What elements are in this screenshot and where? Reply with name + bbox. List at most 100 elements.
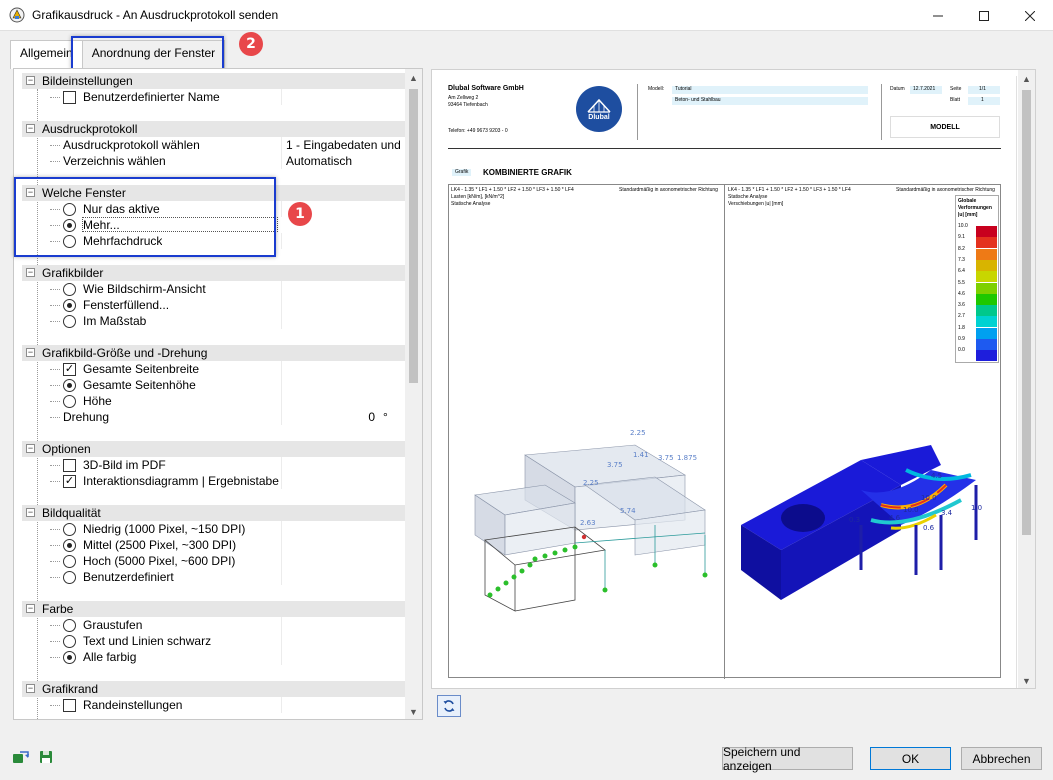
radio-text-linien-schwarz[interactable]: Text und Linien schwarz [22, 633, 407, 649]
collapse-toggle-icon[interactable]: − [26, 604, 35, 613]
row-gesamte-seitenbreite[interactable]: ✓ Gesamte Seitenbreite [22, 361, 407, 377]
import-settings-button[interactable] [10, 747, 32, 767]
radio-hoch[interactable]: Hoch (5000 Pixel, ~600 DPI) [22, 553, 407, 569]
row-interaktionsdiagramm[interactable]: ✓ Interaktionsdiagramm | Ergebnistabe [22, 473, 407, 489]
interaktionsdiagramm-checkbox[interactable]: ✓ [63, 475, 76, 488]
radio-button[interactable] [63, 315, 76, 328]
row-verzeichnis-waehlen[interactable]: Verzeichnis wählen Automatisch [22, 153, 407, 169]
modell-value-2: Beton- und Stahlbau [675, 97, 721, 103]
radio-button[interactable] [63, 619, 76, 632]
ausdruckprotokoll-select[interactable]: 1 - Eingabedaten und ... [281, 137, 407, 153]
radio-button[interactable] [63, 283, 76, 296]
refresh-preview-button[interactable] [437, 695, 461, 717]
displacement-label: 0.3 [849, 516, 860, 524]
group-header-bildeinstellungen[interactable]: − Bildeinstellungen [22, 73, 407, 89]
radio-button-selected[interactable] [63, 539, 76, 552]
radio-hoehe[interactable]: Höhe [22, 393, 407, 409]
displacement-label: 10.0 [921, 494, 937, 502]
legend-value: 4.6 [958, 290, 965, 297]
collapse-toggle-icon[interactable]: − [26, 348, 35, 357]
minimize-button[interactable] [915, 0, 961, 31]
blatt-label: Blatt [950, 97, 961, 103]
load-label: 3.75 [658, 454, 674, 462]
row-benutzerdefinierter-name[interactable]: Benutzerdefinierter Name [22, 89, 407, 105]
scroll-up-icon[interactable]: ▲ [409, 73, 418, 83]
radio-graustufen[interactable]: Graustufen [22, 617, 407, 633]
legend-value: 7.3 [958, 256, 965, 263]
save-settings-button[interactable] [36, 747, 58, 767]
collapse-toggle-icon[interactable]: − [26, 124, 35, 133]
load-label: 3.75 [607, 461, 623, 469]
legend-value: 2.7 [958, 313, 965, 320]
legend-value: 0.9 [958, 336, 965, 342]
minimize-icon [933, 15, 943, 16]
load-label: 5.74 [620, 507, 636, 515]
group-header-grafikbilder[interactable]: − Grafikbilder [22, 265, 407, 281]
company-address-2: 93464 Tiefenbach [448, 102, 488, 108]
group-header-optionen[interactable]: − Optionen [22, 441, 407, 457]
radio-button[interactable] [63, 555, 76, 568]
close-button[interactable] [1007, 0, 1053, 31]
row-ausdruckprotokoll-waehlen[interactable]: Ausdruckprotokoll wählen 1 - Eingabedate… [22, 137, 407, 153]
scroll-down-icon[interactable]: ▼ [409, 707, 418, 717]
radio-benutzerdefiniert[interactable]: Benutzerdefiniert [22, 569, 407, 585]
scroll-thumb[interactable] [1022, 90, 1031, 535]
collapse-toggle-icon[interactable]: − [26, 76, 35, 85]
row-randeinstellungen[interactable]: Randeinstellungen [22, 697, 407, 713]
blatt-value: 1 [981, 97, 984, 103]
row-3d-bild-pdf[interactable]: 3D-Bild im PDF [22, 457, 407, 473]
randeinstellungen-checkbox[interactable] [63, 699, 76, 712]
scroll-up-icon[interactable]: ▲ [1022, 74, 1031, 84]
gesamte-seitenbreite-checkbox[interactable]: ✓ [63, 363, 76, 376]
radio-gesamte-seitenhoehe[interactable]: Gesamte Seitenhöhe [22, 377, 407, 393]
radio-fensterfuellend[interactable]: Fensterfüllend... [22, 297, 407, 313]
verzeichnis-select[interactable]: Automatisch [281, 153, 407, 169]
window-title: Grafikausdruck - An Ausdruckprotokoll se… [32, 8, 279, 22]
radio-mittel[interactable]: Mittel (2500 Pixel, ~300 DPI) [22, 537, 407, 553]
radio-button[interactable] [63, 571, 76, 584]
scroll-thumb[interactable] [409, 89, 418, 383]
save-and-show-button[interactable]: Speichern und anzeigen [722, 745, 853, 773]
cancel-button[interactable]: Abbrechen [961, 747, 1042, 770]
group-header-grafikrand[interactable]: − Grafikrand [22, 681, 407, 697]
row-drehung[interactable]: Drehung 0 ° [22, 409, 407, 425]
radio-im-massstab[interactable]: Im Maßstab [22, 313, 407, 329]
maximize-button[interactable] [961, 0, 1007, 31]
preview-scrollbar[interactable]: ▲ ▼ [1018, 70, 1035, 688]
radio-button-selected[interactable] [63, 299, 76, 312]
company-name: Dlubal Software GmbH [448, 85, 524, 92]
collapse-toggle-icon[interactable]: − [26, 268, 35, 277]
radio-button[interactable] [63, 395, 76, 408]
radio-button-selected[interactable] [63, 651, 76, 664]
datum-label: Datum [890, 86, 905, 92]
radio-button[interactable] [63, 523, 76, 536]
radio-button-selected[interactable] [63, 379, 76, 392]
group-header-bildqualitaet[interactable]: − Bildqualität [22, 505, 407, 521]
collapse-toggle-icon[interactable]: − [26, 508, 35, 517]
seite-value: 1/1 [979, 86, 986, 92]
radio-button[interactable] [63, 635, 76, 648]
radio-wie-bildschirm-ansicht[interactable]: Wie Bildschirm-Ansicht [22, 281, 407, 297]
group-header-groesse-drehung[interactable]: − Grafikbild-Größe und -Drehung [22, 345, 407, 361]
group-header-ausdruckprotokoll[interactable]: − Ausdruckprotokoll [22, 121, 407, 137]
legend-value: 1.8 [958, 324, 965, 331]
benutzerdefinierter-name-checkbox[interactable] [63, 91, 76, 104]
collapse-toggle-icon[interactable]: − [26, 684, 35, 693]
collapse-toggle-icon[interactable]: − [26, 444, 35, 453]
legend-color-swatch [976, 350, 997, 362]
3d-bild-pdf-checkbox[interactable] [63, 459, 76, 472]
load-model-graphic: 2.25 1.875 3.75 1.41 2.25 3.75 5.74 2.63 [474, 429, 708, 612]
preview-page: Dlubal Software GmbH Am Zellweg 2 93464 … [448, 76, 1017, 688]
settings-scrollbar[interactable]: ▲ ▼ [405, 69, 422, 719]
radio-alle-farbig[interactable]: Alle farbig [22, 649, 407, 665]
load-label: 2.63 [580, 519, 596, 527]
scroll-down-icon[interactable]: ▼ [1022, 676, 1031, 686]
radio-niedrig[interactable]: Niedrig (1000 Pixel, ~150 DPI) [22, 521, 407, 537]
welche-fenster-highlight-frame [14, 177, 276, 257]
ok-button[interactable]: OK [870, 747, 951, 770]
drehung-input[interactable]: 0 [281, 409, 379, 425]
dlubal-logo: Dlubal [576, 86, 622, 132]
group-header-farbe[interactable]: − Farbe [22, 601, 407, 617]
legend-color-swatch [976, 305, 997, 317]
printer-graphic-icon [9, 7, 25, 23]
